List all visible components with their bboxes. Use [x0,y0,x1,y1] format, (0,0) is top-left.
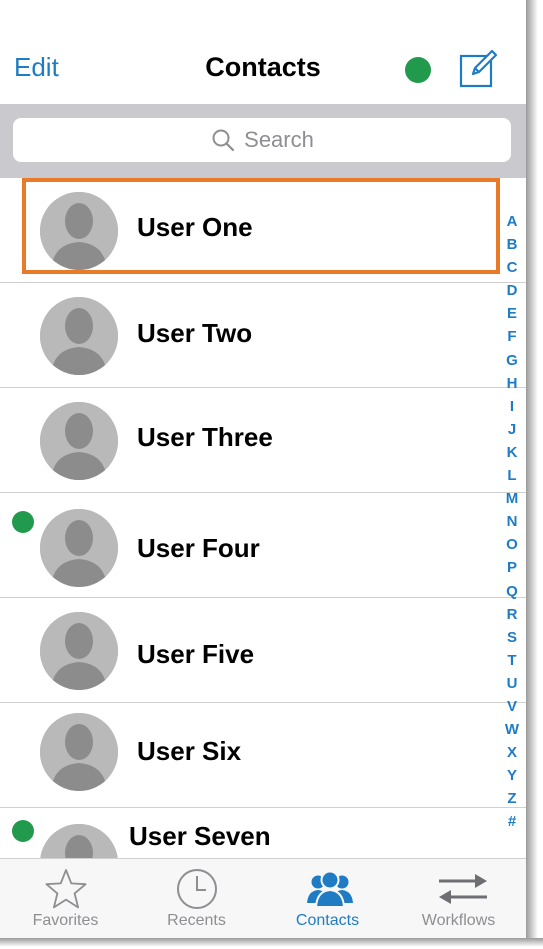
tab-recents[interactable]: Recents [131,859,262,938]
contact-name: User Three [137,422,273,452]
index-letter[interactable]: U [502,672,522,695]
index-letter[interactable]: L [502,464,522,487]
index-letter[interactable]: F [502,325,522,348]
contacts-icon [307,870,353,908]
index-letter[interactable]: T [502,649,522,672]
tab-label: Favorites [32,912,99,929]
index-letter[interactable]: K [502,441,522,464]
search-bar: Search [0,104,526,178]
index-letter[interactable]: R [502,603,522,626]
contact-name: User Six [137,736,242,766]
avatar [40,612,118,690]
nav-bar: Edit Contacts [0,0,526,104]
contact-name: User Four [137,533,260,563]
index-letter[interactable]: S [502,626,522,649]
search-placeholder: Search [244,127,314,152]
index-letter[interactable]: V [502,695,522,718]
online-status-icon [12,820,34,842]
tab-contacts[interactable]: Contacts [262,859,393,938]
frame-shadow-bottom [0,938,543,949]
avatar [40,509,118,587]
tab-label: Recents [167,912,226,929]
avatar [40,713,118,791]
contact-name: User One [137,212,253,242]
contact-name: User Two [137,318,253,348]
search-input[interactable]: Search [13,118,511,162]
compose-icon[interactable] [459,48,499,88]
index-letter[interactable]: E [502,302,522,325]
index-letter[interactable]: O [502,533,522,556]
index-letter[interactable]: Q [502,580,522,603]
contact-row[interactable]: User One [0,178,526,283]
clock-icon [177,869,217,909]
index-letter[interactable]: C [502,256,522,279]
contact-row[interactable]: User Six [0,703,526,808]
tab-favorites[interactable]: Favorites [0,859,131,938]
tab-label: Workflows [421,912,496,929]
index-letter[interactable]: W [502,718,522,741]
contact-row[interactable]: User Five [0,598,526,703]
index-letter[interactable]: I [502,395,522,418]
avatar [40,297,118,375]
index-letter[interactable]: G [502,349,522,372]
index-letter[interactable]: Z [502,787,522,810]
index-letter[interactable]: P [502,556,522,579]
avatar [40,402,118,480]
index-letter[interactable]: X [502,741,522,764]
index-letter[interactable]: H [502,372,522,395]
index-letter[interactable]: M [502,487,522,510]
index-letter[interactable]: Y [502,764,522,787]
tab-bar: Favorites Recents Contacts Workflows [0,858,526,938]
search-icon [212,129,235,152]
presence-status-icon[interactable] [405,57,431,83]
contact-row[interactable]: User Three [0,388,526,493]
tab-workflows[interactable]: Workflows [393,859,524,938]
index-letter[interactable]: # [502,810,522,833]
index-letter[interactable]: D [502,279,522,302]
page-title: Contacts [205,52,321,82]
contact-name: User Five [137,639,255,669]
online-status-icon [12,511,34,533]
contact-list: User One User Two User Three User Four U… [0,178,526,902]
contacts-screen: Edit Contacts Search User One User Two U… [0,0,526,938]
avatar [40,192,118,270]
alphabet-index: A B C D E F G H I J K L M N O P Q R S T … [502,210,522,834]
tab-label: Contacts [295,912,360,929]
contact-row[interactable]: User Four [0,493,526,598]
index-letter[interactable]: B [502,233,522,256]
contact-name: User Seven [129,821,271,851]
index-letter[interactable]: N [502,510,522,533]
index-letter[interactable]: A [502,210,522,233]
index-letter[interactable]: J [502,418,522,441]
contact-row[interactable]: User Two [0,283,526,388]
arrows-icon [439,874,487,904]
frame-shadow-right [526,0,543,949]
star-icon [45,869,87,909]
